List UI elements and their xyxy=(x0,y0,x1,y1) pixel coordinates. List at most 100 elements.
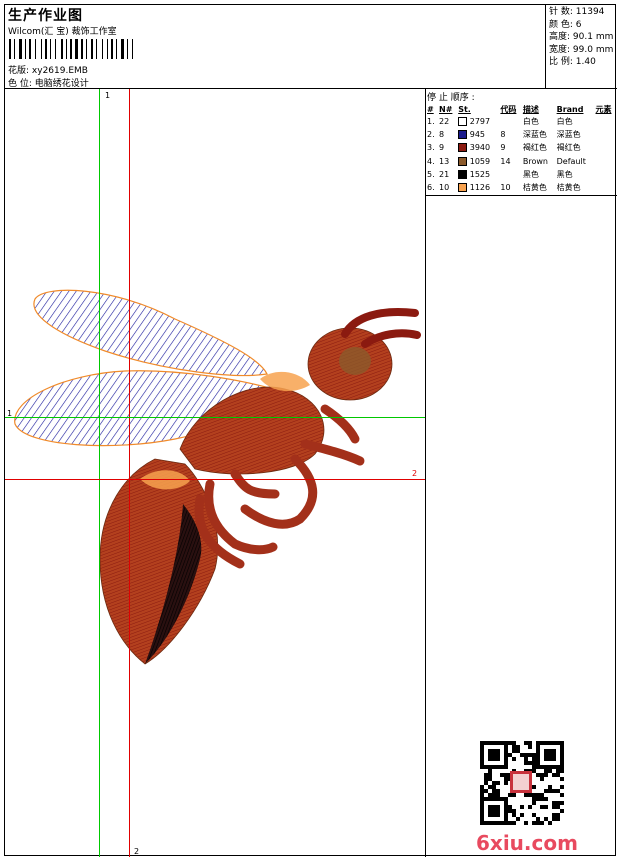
qr-module xyxy=(488,749,500,761)
row-element xyxy=(595,168,617,181)
qr-module xyxy=(536,793,540,797)
qr-module xyxy=(560,769,564,773)
qr-module xyxy=(532,785,536,789)
qr-module xyxy=(544,773,548,777)
qr-module xyxy=(548,785,552,789)
qr-module xyxy=(536,821,540,825)
barcode-bar xyxy=(102,39,103,59)
stitch-count-value: 1126 xyxy=(469,183,491,193)
qr-module xyxy=(548,789,552,793)
qr-module xyxy=(484,777,488,781)
spec-colors: 颜 色: 6 xyxy=(549,19,582,30)
color-row: 3. 9 3940 9 褐红色 褐红色 xyxy=(426,141,617,154)
bee-abdomen xyxy=(99,458,219,665)
barcode-bar xyxy=(81,39,83,59)
barcode-bar xyxy=(121,39,124,59)
qr-module xyxy=(556,813,560,817)
stitch-count: 1525 xyxy=(457,168,499,181)
needle-number: 9 xyxy=(439,143,445,153)
qr-module xyxy=(484,789,488,793)
vertical-guide-1 xyxy=(99,89,100,857)
qr-module xyxy=(536,773,540,777)
qr-module xyxy=(540,797,544,801)
row-brand: Default xyxy=(556,156,586,166)
qr-module xyxy=(500,773,504,777)
row-desc: Brown xyxy=(522,156,548,166)
color-position-label: 色 位: xyxy=(8,79,32,89)
qr-module xyxy=(508,805,512,809)
qr-module xyxy=(556,769,560,773)
row-element xyxy=(595,115,617,128)
qr-module xyxy=(560,793,564,797)
qr-module xyxy=(544,789,548,793)
barcode-bar xyxy=(29,39,31,59)
barcode-bar xyxy=(118,39,120,59)
qr-module xyxy=(516,745,520,749)
barcode-bar xyxy=(104,39,106,59)
stitch-count-value: 3940 xyxy=(469,143,491,153)
row-brand: 黑色 xyxy=(556,169,573,179)
row-element xyxy=(595,141,617,154)
site-watermark: 6xiu.com xyxy=(476,831,578,855)
design-canvas: 1 1 2 2 xyxy=(5,89,426,857)
qr-module xyxy=(548,821,552,825)
spec-box: 针 数: 11394 颜 色: 6 高度: 90.1 mm 宽度: 99.0 m… xyxy=(546,5,617,89)
spec-width: 宽度: 99.0 mm xyxy=(549,44,614,55)
qr-module xyxy=(532,765,536,769)
barcode-bar xyxy=(70,39,72,59)
qr-module xyxy=(504,781,508,785)
horizontal-guide-2 xyxy=(5,479,425,480)
qr-module xyxy=(532,801,536,805)
qr-module xyxy=(512,757,516,761)
barcode-bar xyxy=(25,39,26,59)
vertical-guide-2 xyxy=(129,89,130,857)
barcode-bar xyxy=(35,39,36,59)
horizontal-guide-1 xyxy=(5,417,425,418)
qr-module xyxy=(552,801,556,805)
color-swatch xyxy=(458,156,468,166)
color-position-value: 电脑绣花设计 xyxy=(34,79,89,89)
qr-module xyxy=(488,785,492,789)
qr-module xyxy=(528,753,532,757)
barcode xyxy=(9,39,157,59)
panel-divider xyxy=(426,195,617,196)
qr-module xyxy=(532,821,536,825)
qr-module xyxy=(488,773,492,777)
stitch-count: 1126 xyxy=(457,181,499,194)
stitch-count: 2797 xyxy=(457,115,499,128)
col-description: 描述 xyxy=(522,104,539,114)
barcode-bar xyxy=(96,39,97,59)
qr-module xyxy=(504,773,508,777)
qr-module xyxy=(524,761,528,765)
col-brand: Brand xyxy=(556,104,584,114)
stop-sequence-title: 停 止 顺序 : xyxy=(427,93,475,103)
qr-module xyxy=(480,789,484,793)
qr-module xyxy=(516,749,520,753)
barcode-bar xyxy=(84,39,85,59)
qr-module xyxy=(488,805,500,817)
row-desc: 褐红色 xyxy=(522,143,547,153)
row-code: 10 xyxy=(500,183,511,193)
barcode-bar xyxy=(111,39,113,59)
qr-module xyxy=(560,785,564,789)
qr-module xyxy=(552,817,556,821)
qr-module xyxy=(528,745,532,749)
stitch-count-value: 1059 xyxy=(469,156,491,166)
row-code: 14 xyxy=(500,156,511,166)
barcode-bar xyxy=(14,39,15,59)
qr-module xyxy=(492,789,496,793)
color-swatch xyxy=(458,117,468,127)
qr-module xyxy=(512,741,516,745)
qr-module xyxy=(560,801,564,805)
barcode-bar xyxy=(19,39,22,59)
qr-module xyxy=(508,793,512,797)
qr-module xyxy=(496,781,500,785)
needle-number: 22 xyxy=(439,117,450,127)
qr-module xyxy=(524,757,528,761)
qr-module xyxy=(520,805,524,809)
barcode-bar xyxy=(57,39,60,59)
row-index: 2. xyxy=(427,130,435,140)
barcode-bar xyxy=(91,39,93,59)
row-index: 3. xyxy=(427,143,435,153)
color-row: 2. 8 945 8 深蓝色 深蓝色 xyxy=(426,128,617,141)
